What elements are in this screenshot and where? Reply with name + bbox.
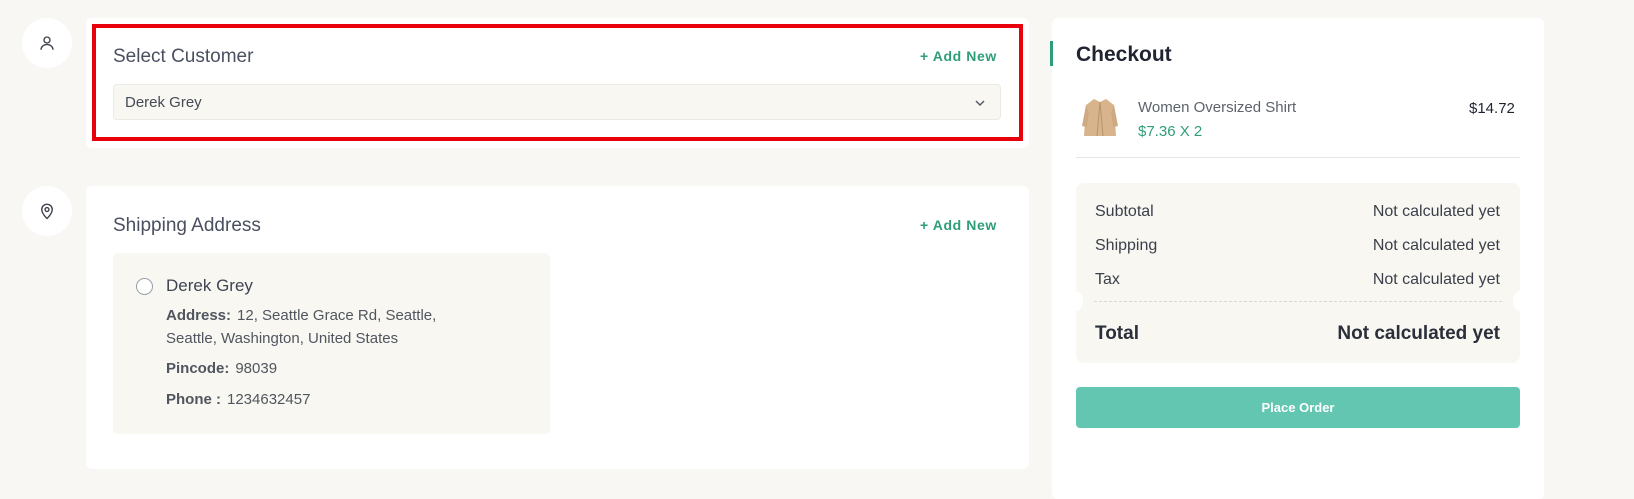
- phone-label: Phone :: [166, 391, 221, 408]
- add-customer-button[interactable]: + Add New: [920, 48, 997, 64]
- product-price-qty: $7.36 X 2: [1138, 123, 1203, 140]
- checkout-title: Checkout: [1076, 43, 1172, 66]
- user-icon: [22, 18, 72, 68]
- pincode-value: 98039: [235, 360, 278, 377]
- customer-section-title: Select Customer: [113, 46, 254, 67]
- subtotal-value: Not calculated yet: [1372, 203, 1500, 220]
- pincode-label: Pincode:: [166, 360, 230, 377]
- place-order-button[interactable]: Place Order: [1076, 387, 1520, 428]
- shipping-section-title: Shipping Address: [113, 215, 261, 236]
- product-line-total: $14.72: [1469, 100, 1515, 117]
- tax-label: Tax: [1095, 271, 1120, 288]
- customer-select-value: Derek Grey: [125, 93, 202, 111]
- total-value: Not calculated yet: [1337, 323, 1500, 344]
- shipping-value: Not calculated yet: [1372, 237, 1500, 254]
- tax-value: Not calculated yet: [1372, 271, 1500, 288]
- address-label: Address:: [166, 307, 232, 324]
- summary-notch-left: [1069, 291, 1083, 311]
- pincode-line: Pincode: 98039: [166, 357, 277, 380]
- subtotal-label: Subtotal: [1095, 203, 1154, 220]
- product-thumbnail: [1082, 99, 1118, 137]
- shipping-label: Shipping: [1095, 237, 1158, 254]
- chevron-down-icon: [975, 100, 985, 107]
- address-text: Address: 12, Seattle Grace Rd, Seattle, S…: [166, 304, 506, 350]
- summary-notch-right: [1513, 291, 1527, 311]
- address-radio[interactable]: [136, 278, 153, 295]
- address-name: Derek Grey: [166, 276, 253, 295]
- summary-dashed-divider: [1094, 301, 1502, 302]
- phone-value: 1234632457: [227, 391, 311, 408]
- address-line-2: Seattle, Washington, United States: [166, 330, 399, 347]
- phone-line: Phone : 1234632457: [166, 388, 310, 411]
- map-pin-icon: [22, 186, 72, 236]
- product-name: Women Oversized Shirt: [1138, 99, 1297, 116]
- checkout-accent-bar: [1050, 41, 1053, 66]
- item-divider: [1076, 157, 1520, 158]
- total-label: Total: [1095, 323, 1139, 344]
- address-line-1: 12, Seattle Grace Rd, Seattle,: [237, 307, 437, 324]
- add-address-button[interactable]: + Add New: [920, 217, 997, 233]
- customer-select[interactable]: Derek Grey: [113, 84, 1001, 120]
- customer-highlight-frame: [92, 24, 1023, 141]
